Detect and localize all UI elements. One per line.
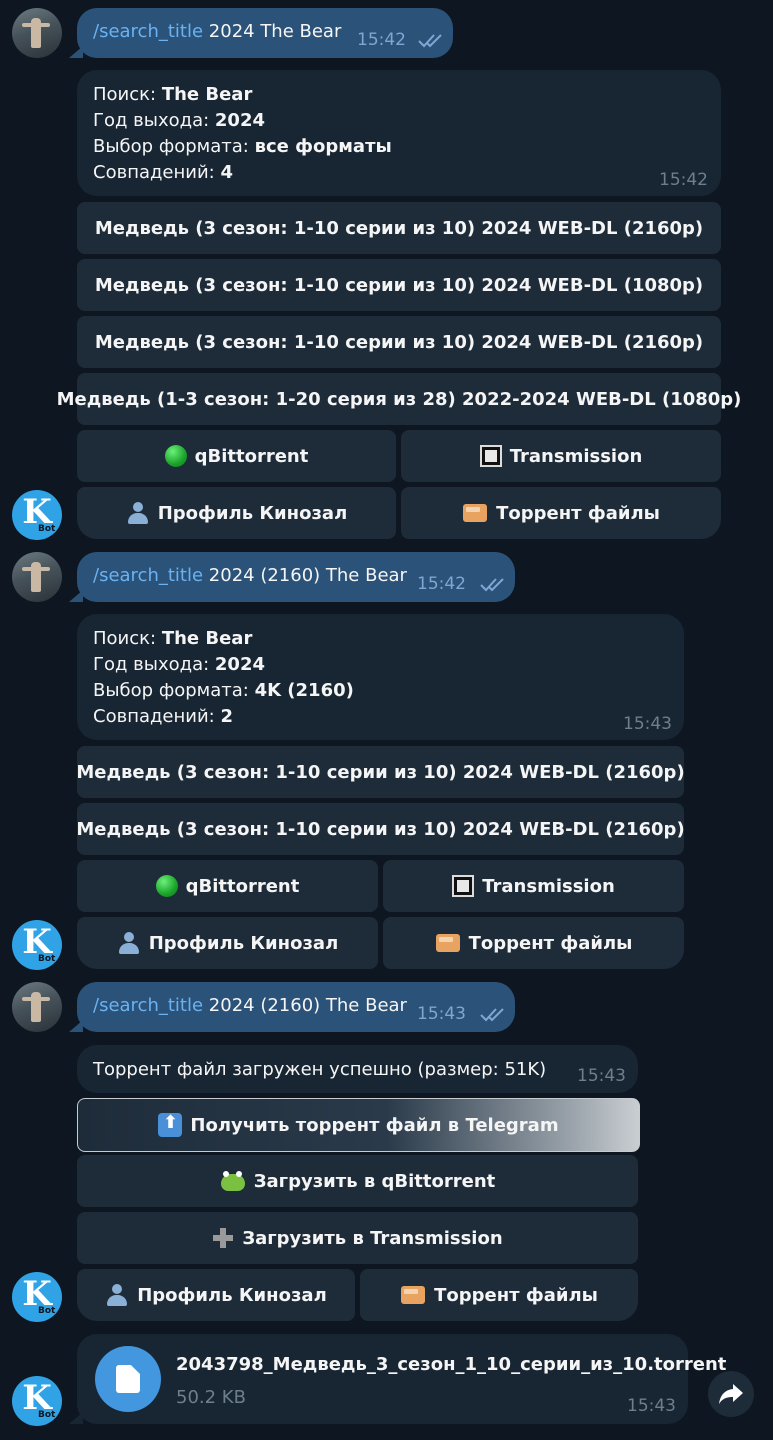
bot-message: Торрент файл загружен успешно (размер: 5… [77, 1045, 638, 1093]
command-link[interactable]: /search_title [93, 995, 203, 1016]
profile-button[interactable]: Профиль Кинозал [77, 1269, 355, 1321]
search-line: Поиск: The Bear [93, 628, 253, 649]
matches-line: Совпадений: 4 [93, 162, 233, 183]
document-icon [116, 1365, 140, 1393]
torrent-files-button[interactable]: Торрент файлы [383, 917, 684, 969]
bot-avatar[interactable]: K Bot [12, 1376, 62, 1426]
transmission-button[interactable]: Transmission [383, 860, 684, 912]
forward-button[interactable] [708, 1371, 754, 1417]
folder-icon [435, 932, 461, 954]
command-link[interactable]: /search_title [93, 565, 203, 586]
bot-message: Поиск: The Bear Год выхода: 2024 Выбор ф… [77, 614, 684, 740]
format-line: Выбор формата: все форматы [93, 136, 392, 157]
outgoing-message: /search_title 2024 (2160) The Bear 15:42 [69, 552, 515, 602]
year-line: Год выхода: 2024 [93, 110, 266, 131]
user-avatar[interactable] [12, 552, 62, 602]
torrent-files-button[interactable]: Торрент файлы [360, 1269, 638, 1321]
square-icon [479, 445, 502, 467]
message-text: /search_title 2024 (2160) The Bear [93, 995, 407, 1016]
bot-avatar[interactable]: K Bot [12, 1272, 62, 1322]
plus-icon [212, 1227, 234, 1249]
square-icon [452, 875, 475, 897]
bot-message: Поиск: The Bear Год выхода: 2024 Выбор ф… [77, 70, 721, 196]
message-time: 15:43 [627, 1396, 676, 1416]
green-circle-icon [155, 875, 178, 897]
double-check-icon [480, 578, 504, 592]
user-avatar[interactable] [12, 8, 62, 58]
torrent-files-button[interactable]: Торрент файлы [401, 487, 721, 539]
profile-button[interactable]: Профиль Кинозал [77, 917, 378, 969]
forward-arrow-icon [719, 1384, 743, 1404]
double-check-icon [480, 1008, 504, 1022]
get-torrent-telegram-button[interactable]: Получить торрент файл в Telegram [77, 1098, 640, 1152]
message-time: 15:43 [623, 714, 672, 734]
message-time: 15:43 [417, 1004, 466, 1024]
result-button[interactable]: Медведь (3 сезон: 1-10 серии из 10) 2024… [76, 746, 685, 798]
file-size: 50.2 KB [176, 1387, 246, 1408]
status-text: Торрент файл загружен успешно (размер: 5… [93, 1059, 547, 1080]
qbittorrent-button[interactable]: qBittorrent [77, 430, 396, 482]
message-time: 15:43 [577, 1066, 626, 1086]
bot-avatar[interactable]: K Bot [12, 920, 62, 970]
person-icon [105, 1283, 129, 1307]
upload-transmission-button[interactable]: Загрузить в Transmission [77, 1212, 638, 1264]
message-time: 15:42 [659, 170, 708, 190]
file-message[interactable]: 2043798_Медведь_3_сезон_1_10_серии_из_10… [69, 1334, 726, 1424]
bot-avatar[interactable]: K Bot [12, 490, 62, 540]
outgoing-message: /search_title 2024 The Bear 15:42 [69, 8, 453, 58]
result-button[interactable]: Медведь (1-3 сезон: 1-20 серия из 28) 20… [57, 373, 741, 425]
up-arrow-icon [158, 1112, 183, 1137]
person-icon [126, 501, 150, 525]
message-text: /search_title 2024 (2160) The Bear [93, 565, 407, 586]
message-time: 15:42 [417, 574, 466, 594]
green-circle-icon [164, 445, 187, 467]
format-line: Выбор формата: 4K (2160) [93, 680, 354, 701]
message-text: /search_title 2024 The Bear [93, 21, 342, 42]
transmission-button[interactable]: Transmission [401, 430, 721, 482]
outgoing-message: /search_title 2024 (2160) The Bear 15:43 [69, 982, 515, 1032]
result-button[interactable]: Медведь (3 сезон: 1-10 серии из 10) 2024… [77, 316, 721, 368]
qbittorrent-button[interactable]: qBittorrent [77, 860, 378, 912]
command-link[interactable]: /search_title [93, 21, 203, 42]
message-time: 15:42 [357, 30, 406, 50]
folder-icon [400, 1284, 426, 1306]
folder-icon [462, 502, 488, 524]
result-button[interactable]: Медведь (3 сезон: 1-10 серии из 10) 2024… [76, 803, 685, 855]
frog-icon [220, 1170, 246, 1192]
person-icon [117, 931, 141, 955]
result-button[interactable]: Медведь (3 сезон: 1-10 серии из 10) 2024… [77, 259, 721, 311]
profile-button[interactable]: Профиль Кинозал [77, 487, 396, 539]
year-line: Год выхода: 2024 [93, 654, 266, 675]
result-button[interactable]: Медведь (3 сезон: 1-10 серии из 10) 2024… [77, 202, 721, 254]
search-line: Поиск: The Bear [93, 84, 253, 105]
upload-qbittorrent-button[interactable]: Загрузить в qBittorrent [77, 1155, 638, 1207]
file-download-button[interactable] [95, 1346, 161, 1412]
double-check-icon [418, 34, 442, 48]
user-avatar[interactable] [12, 982, 62, 1032]
matches-line: Совпадений: 2 [93, 706, 233, 727]
file-name: 2043798_Медведь_3_сезон_1_10_серии_из_10… [176, 1354, 727, 1375]
